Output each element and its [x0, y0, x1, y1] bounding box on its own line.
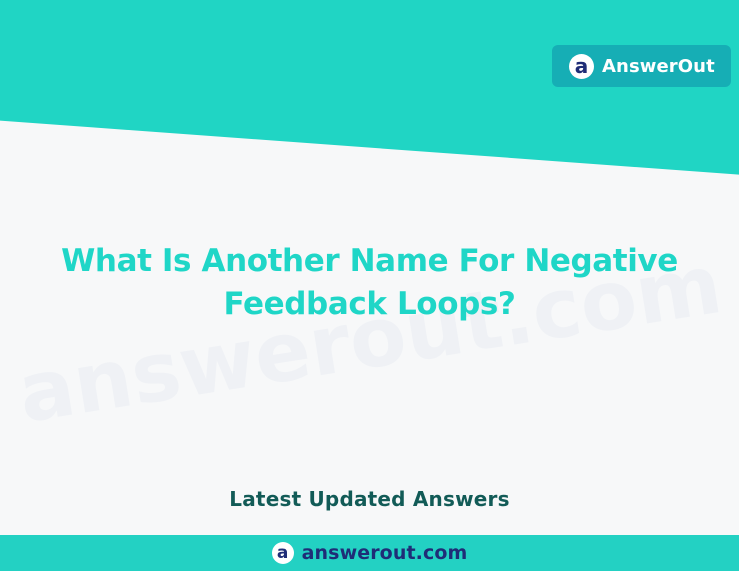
- answerout-logo-icon: a: [569, 53, 594, 79]
- footer-brand-bar: a answerout.com: [0, 535, 739, 571]
- page-canvas: a AnswerOut answerout.com What Is Anothe…: [0, 0, 739, 571]
- footer-domain-text: answerout.com: [301, 542, 468, 564]
- brand-name: AnswerOut: [602, 55, 715, 77]
- footer-logo-icon: a: [271, 542, 294, 564]
- top-teal-banner: [0, 0, 739, 175]
- latest-updated-answers-label: Latest Updated Answers: [229, 487, 510, 511]
- brand-badge: a AnswerOut: [552, 45, 731, 87]
- question-headline: What Is Another Name For Negative Feedba…: [61, 243, 678, 322]
